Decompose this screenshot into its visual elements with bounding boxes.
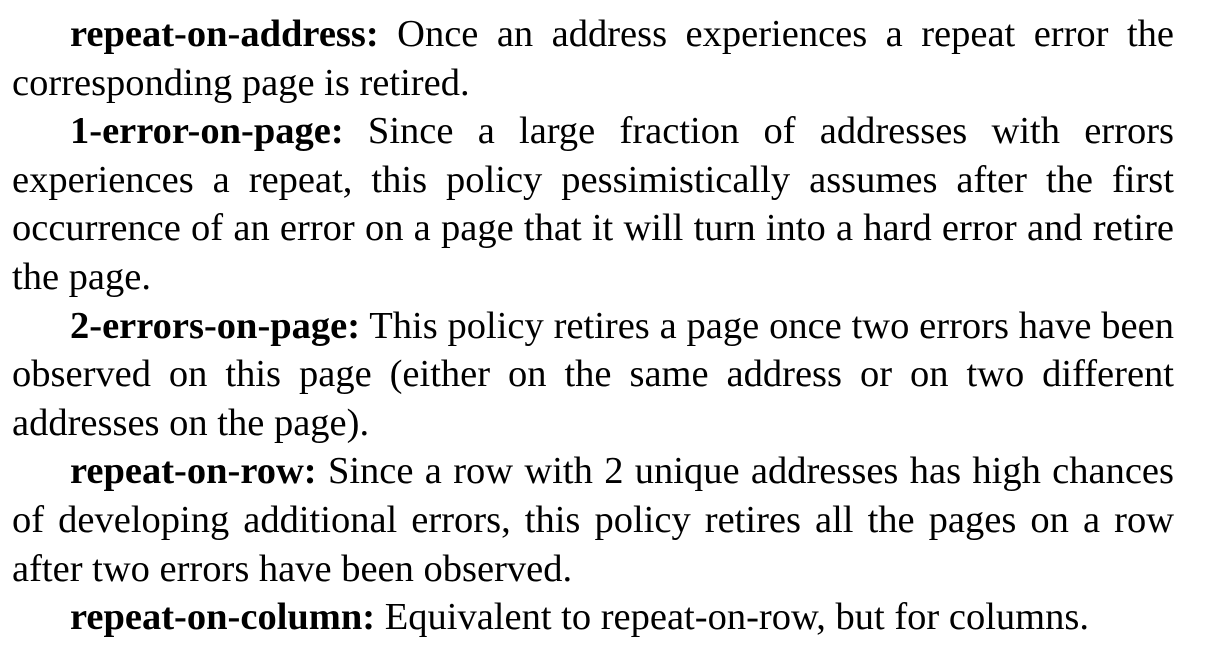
policy-term: repeat-on-column: — [70, 596, 376, 639]
policy-paragraph-2-errors-on-page: 2-errors-on-page: This policy retires a … — [12, 302, 1174, 448]
policy-paragraph-repeat-on-column: repeat-on-column: Equivalent to repeat-o… — [12, 593, 1174, 642]
policy-term: repeat-on-row: — [70, 450, 317, 493]
policy-term: repeat-on-address: — [70, 13, 379, 55]
document-page: repeat-on-address: Once an address exper… — [0, 0, 1218, 654]
policy-paragraph-1-error-on-page: 1-error-on-page: Since a large fraction … — [12, 107, 1174, 301]
policy-description: Equivalent to repeat-on-row, but for col… — [375, 596, 1089, 639]
policy-paragraph-repeat-on-address: repeat-on-address: Once an address exper… — [12, 10, 1174, 107]
policy-paragraph-repeat-on-row: repeat-on-row: Since a row with 2 unique… — [12, 447, 1174, 593]
policy-term: 1-error-on-page: — [70, 110, 344, 153]
policy-term: 2-errors-on-page: — [70, 304, 361, 347]
